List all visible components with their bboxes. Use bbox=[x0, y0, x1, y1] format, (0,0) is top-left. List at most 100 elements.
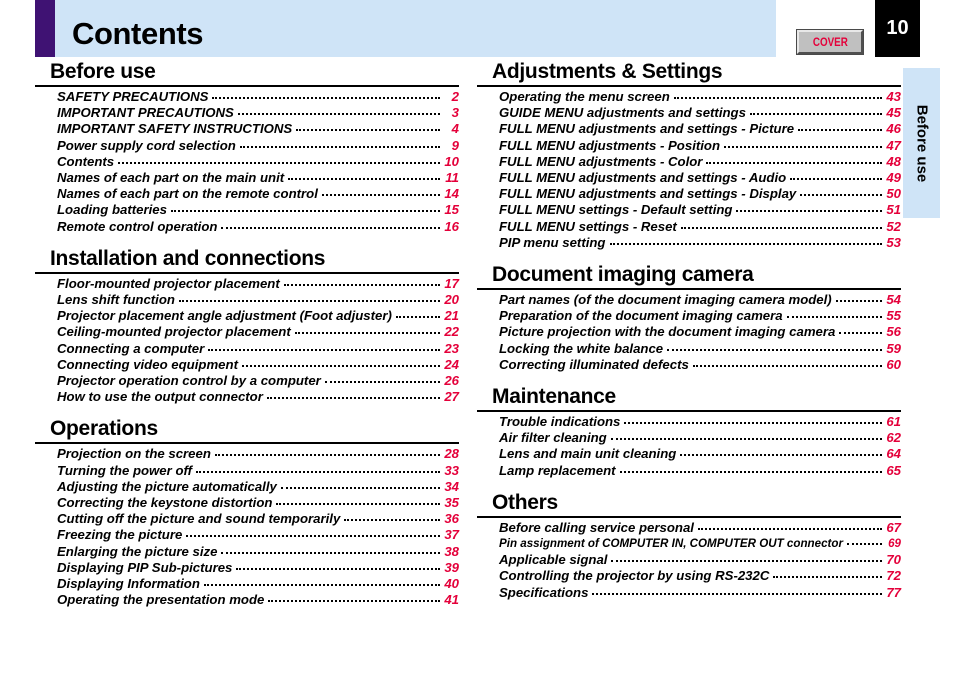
toc-entry-title: Turning the power off bbox=[57, 462, 193, 478]
toc-entry-leader bbox=[790, 178, 882, 181]
toc-entry-title: Projection on the screen bbox=[57, 446, 211, 462]
toc-entry[interactable]: Operating the menu screen 43 bbox=[477, 89, 901, 105]
toc-entry-leader bbox=[724, 145, 882, 148]
section-rule bbox=[35, 442, 459, 445]
toc-column-right: Adjustments & Settings Operating the menu… bbox=[477, 60, 901, 601]
section-heading: Others bbox=[492, 490, 558, 514]
toc-entry[interactable]: Names of each part on the remote control… bbox=[35, 186, 459, 202]
toc-entry-page-number: 64 bbox=[886, 446, 901, 462]
toc-entry-leader bbox=[276, 503, 440, 506]
toc-entry[interactable]: Picture projection with the document ima… bbox=[477, 324, 901, 340]
toc-entry-title: Lamp replacement bbox=[499, 462, 616, 478]
toc-entry-title: Projector operation control by a compute… bbox=[57, 373, 321, 389]
toc-entry-page-number: 51 bbox=[886, 202, 901, 218]
section-heading: Maintenance bbox=[492, 385, 616, 409]
toc-entry[interactable]: Specifications 77 bbox=[477, 585, 901, 601]
toc-entry[interactable]: Before calling service personal 67 bbox=[477, 520, 901, 536]
toc-entry-page-number: 22 bbox=[444, 324, 459, 340]
toc-entry[interactable]: Lens and main unit cleaning 64 bbox=[477, 446, 901, 462]
toc-entry[interactable]: Freezing the picture 37 bbox=[35, 527, 459, 543]
toc-section: Maintenance Trouble indications 61 Air filt… bbox=[477, 385, 901, 479]
toc-entry-title: Operating the presentation mode bbox=[57, 592, 265, 608]
toc-entry[interactable]: Ceiling-mounted projector placement 22 bbox=[35, 324, 459, 340]
toc-entry[interactable]: PIP menu setting 53 bbox=[477, 235, 901, 251]
toc-entry[interactable]: Names of each part on the main unit 11 bbox=[35, 170, 459, 186]
toc-entry[interactable]: Displaying Information 40 bbox=[35, 576, 459, 592]
toc-entry[interactable]: Operating the presentation mode 41 bbox=[35, 592, 459, 608]
toc-section: Operations Projection on the screen 28 Turn… bbox=[35, 417, 459, 608]
toc-entry[interactable]: Controlling the projector by using RS-23… bbox=[477, 568, 901, 584]
toc-entry[interactable]: Adjusting the picture automatically 34 bbox=[35, 479, 459, 495]
side-tab-before-use[interactable]: Before use bbox=[903, 68, 940, 218]
toc-entry-page-number: 53 bbox=[886, 234, 901, 250]
toc-entry[interactable]: Remote control operation 16 bbox=[35, 219, 459, 235]
toc-entry[interactable]: Air filter cleaning 62 bbox=[477, 430, 901, 446]
toc-entry-title: Enlarging the picture size bbox=[57, 543, 218, 559]
toc-entry-title: Correcting illuminated defects bbox=[499, 356, 689, 372]
toc-entry[interactable]: Part names (of the document imaging came… bbox=[477, 292, 901, 308]
toc-entry-page-number: 14 bbox=[444, 186, 459, 202]
toc-entry-page-number: 10 bbox=[444, 153, 459, 169]
toc-entry[interactable]: Turning the power off 33 bbox=[35, 463, 459, 479]
toc-entry-page-number: 21 bbox=[444, 308, 459, 324]
toc-entry[interactable]: Correcting the keystone distortion 35 bbox=[35, 495, 459, 511]
toc-entry-page-number: 50 bbox=[886, 186, 901, 202]
toc-entry[interactable]: IMPORTANT PRECAUTIONS 3 bbox=[35, 105, 459, 121]
toc-entry-leader bbox=[680, 226, 882, 229]
toc-entry[interactable]: Locking the white balance 59 bbox=[477, 341, 901, 357]
toc-entry-page-number: 61 bbox=[886, 414, 901, 430]
toc-entry[interactable]: FULL MENU settings - Default setting 51 bbox=[477, 202, 901, 218]
toc-entry-page-number: 49 bbox=[886, 170, 901, 186]
toc-entry-page-number: 40 bbox=[444, 576, 459, 592]
toc-entry[interactable]: Floor-mounted projector placement 17 bbox=[35, 276, 459, 292]
toc-entry[interactable]: Power supply cord selection 9 bbox=[35, 138, 459, 154]
toc-entry[interactable]: Enlarging the picture size 38 bbox=[35, 544, 459, 560]
section-heading: Installation and connections bbox=[50, 246, 326, 270]
toc-entry[interactable]: Lens shift function 20 bbox=[35, 292, 459, 308]
toc-entry-title: Lens and main unit cleaning bbox=[499, 446, 677, 462]
toc-entry-list: Operating the menu screen 43 GUIDE MENU ad… bbox=[477, 89, 901, 251]
toc-entry[interactable]: Correcting illuminated defects 60 bbox=[477, 357, 901, 373]
toc-entry[interactable]: How to use the output connector 27 bbox=[35, 389, 459, 405]
toc-entry[interactable]: Projector placement angle adjustment (Fo… bbox=[35, 308, 459, 324]
toc-entry[interactable]: Applicable signal 70 bbox=[477, 552, 901, 568]
toc-entry-list: Trouble indications 61 Air filter cleaning… bbox=[477, 414, 901, 479]
toc-entry[interactable]: SAFETY PRECAUTIONS 2 bbox=[35, 89, 459, 105]
toc-entry[interactable]: Cutting off the picture and sound tempor… bbox=[35, 511, 459, 527]
toc-entry[interactable]: FULL MENU adjustments - Position 47 bbox=[477, 138, 901, 154]
section-rule bbox=[477, 288, 901, 291]
page-number-value: 10 bbox=[886, 17, 909, 39]
toc-entry-title: Locking the white balance bbox=[499, 340, 664, 356]
toc-entry[interactable]: FULL MENU adjustments and settings - Pic… bbox=[477, 121, 901, 137]
toc-entry[interactable]: FULL MENU adjustments - Color 48 bbox=[477, 154, 901, 170]
toc-entry[interactable]: Pin assignment of COMPUTER IN, COMPUTER … bbox=[477, 536, 901, 552]
section-rule bbox=[477, 410, 901, 413]
toc-entry[interactable]: FULL MENU adjustments and settings - Dis… bbox=[477, 186, 901, 202]
toc-entry-page-number: 39 bbox=[444, 559, 459, 575]
toc-entry-page-number: 62 bbox=[886, 430, 901, 446]
toc-entry-leader bbox=[296, 129, 440, 132]
toc-entry[interactable]: Connecting a computer 23 bbox=[35, 341, 459, 357]
cover-button[interactable]: COVER bbox=[796, 29, 864, 55]
toc-entry[interactable]: Projector operation control by a compute… bbox=[35, 373, 459, 389]
toc-entry[interactable]: Connecting video equipment 24 bbox=[35, 357, 459, 373]
toc-entry-title: Projector placement angle adjustment (Fo… bbox=[57, 308, 392, 324]
toc-entry[interactable]: Loading batteries 15 bbox=[35, 202, 459, 218]
toc-entry[interactable]: Contents 10 bbox=[35, 154, 459, 170]
toc-entry[interactable]: FULL MENU settings - Reset 52 bbox=[477, 219, 901, 235]
toc-entry[interactable]: Lamp replacement 65 bbox=[477, 463, 901, 479]
toc-entry-title: SAFETY PRECAUTIONS bbox=[57, 89, 209, 104]
toc-entry-leader bbox=[266, 397, 440, 400]
toc-entry-title: Contents bbox=[57, 153, 115, 169]
toc-entry[interactable]: GUIDE MENU adjustments and settings 45 bbox=[477, 105, 901, 121]
toc-entry[interactable]: Preparation of the document imaging came… bbox=[477, 308, 901, 324]
toc-entry[interactable]: FULL MENU adjustments and settings - Aud… bbox=[477, 170, 901, 186]
header-accent-bar bbox=[35, 0, 55, 57]
toc-entry[interactable]: Trouble indications 61 bbox=[477, 414, 901, 430]
section-heading: Adjustments & Settings bbox=[492, 60, 723, 83]
toc-entry[interactable]: Displaying PIP Sub-pictures 39 bbox=[35, 560, 459, 576]
toc-entry-title: PIP menu setting bbox=[499, 234, 606, 250]
toc-entry[interactable]: Projection on the screen 28 bbox=[35, 446, 459, 462]
toc-entry-title: FULL MENU settings - Reset bbox=[499, 218, 677, 234]
toc-entry[interactable]: IMPORTANT SAFETY INSTRUCTIONS 4 bbox=[35, 121, 459, 137]
